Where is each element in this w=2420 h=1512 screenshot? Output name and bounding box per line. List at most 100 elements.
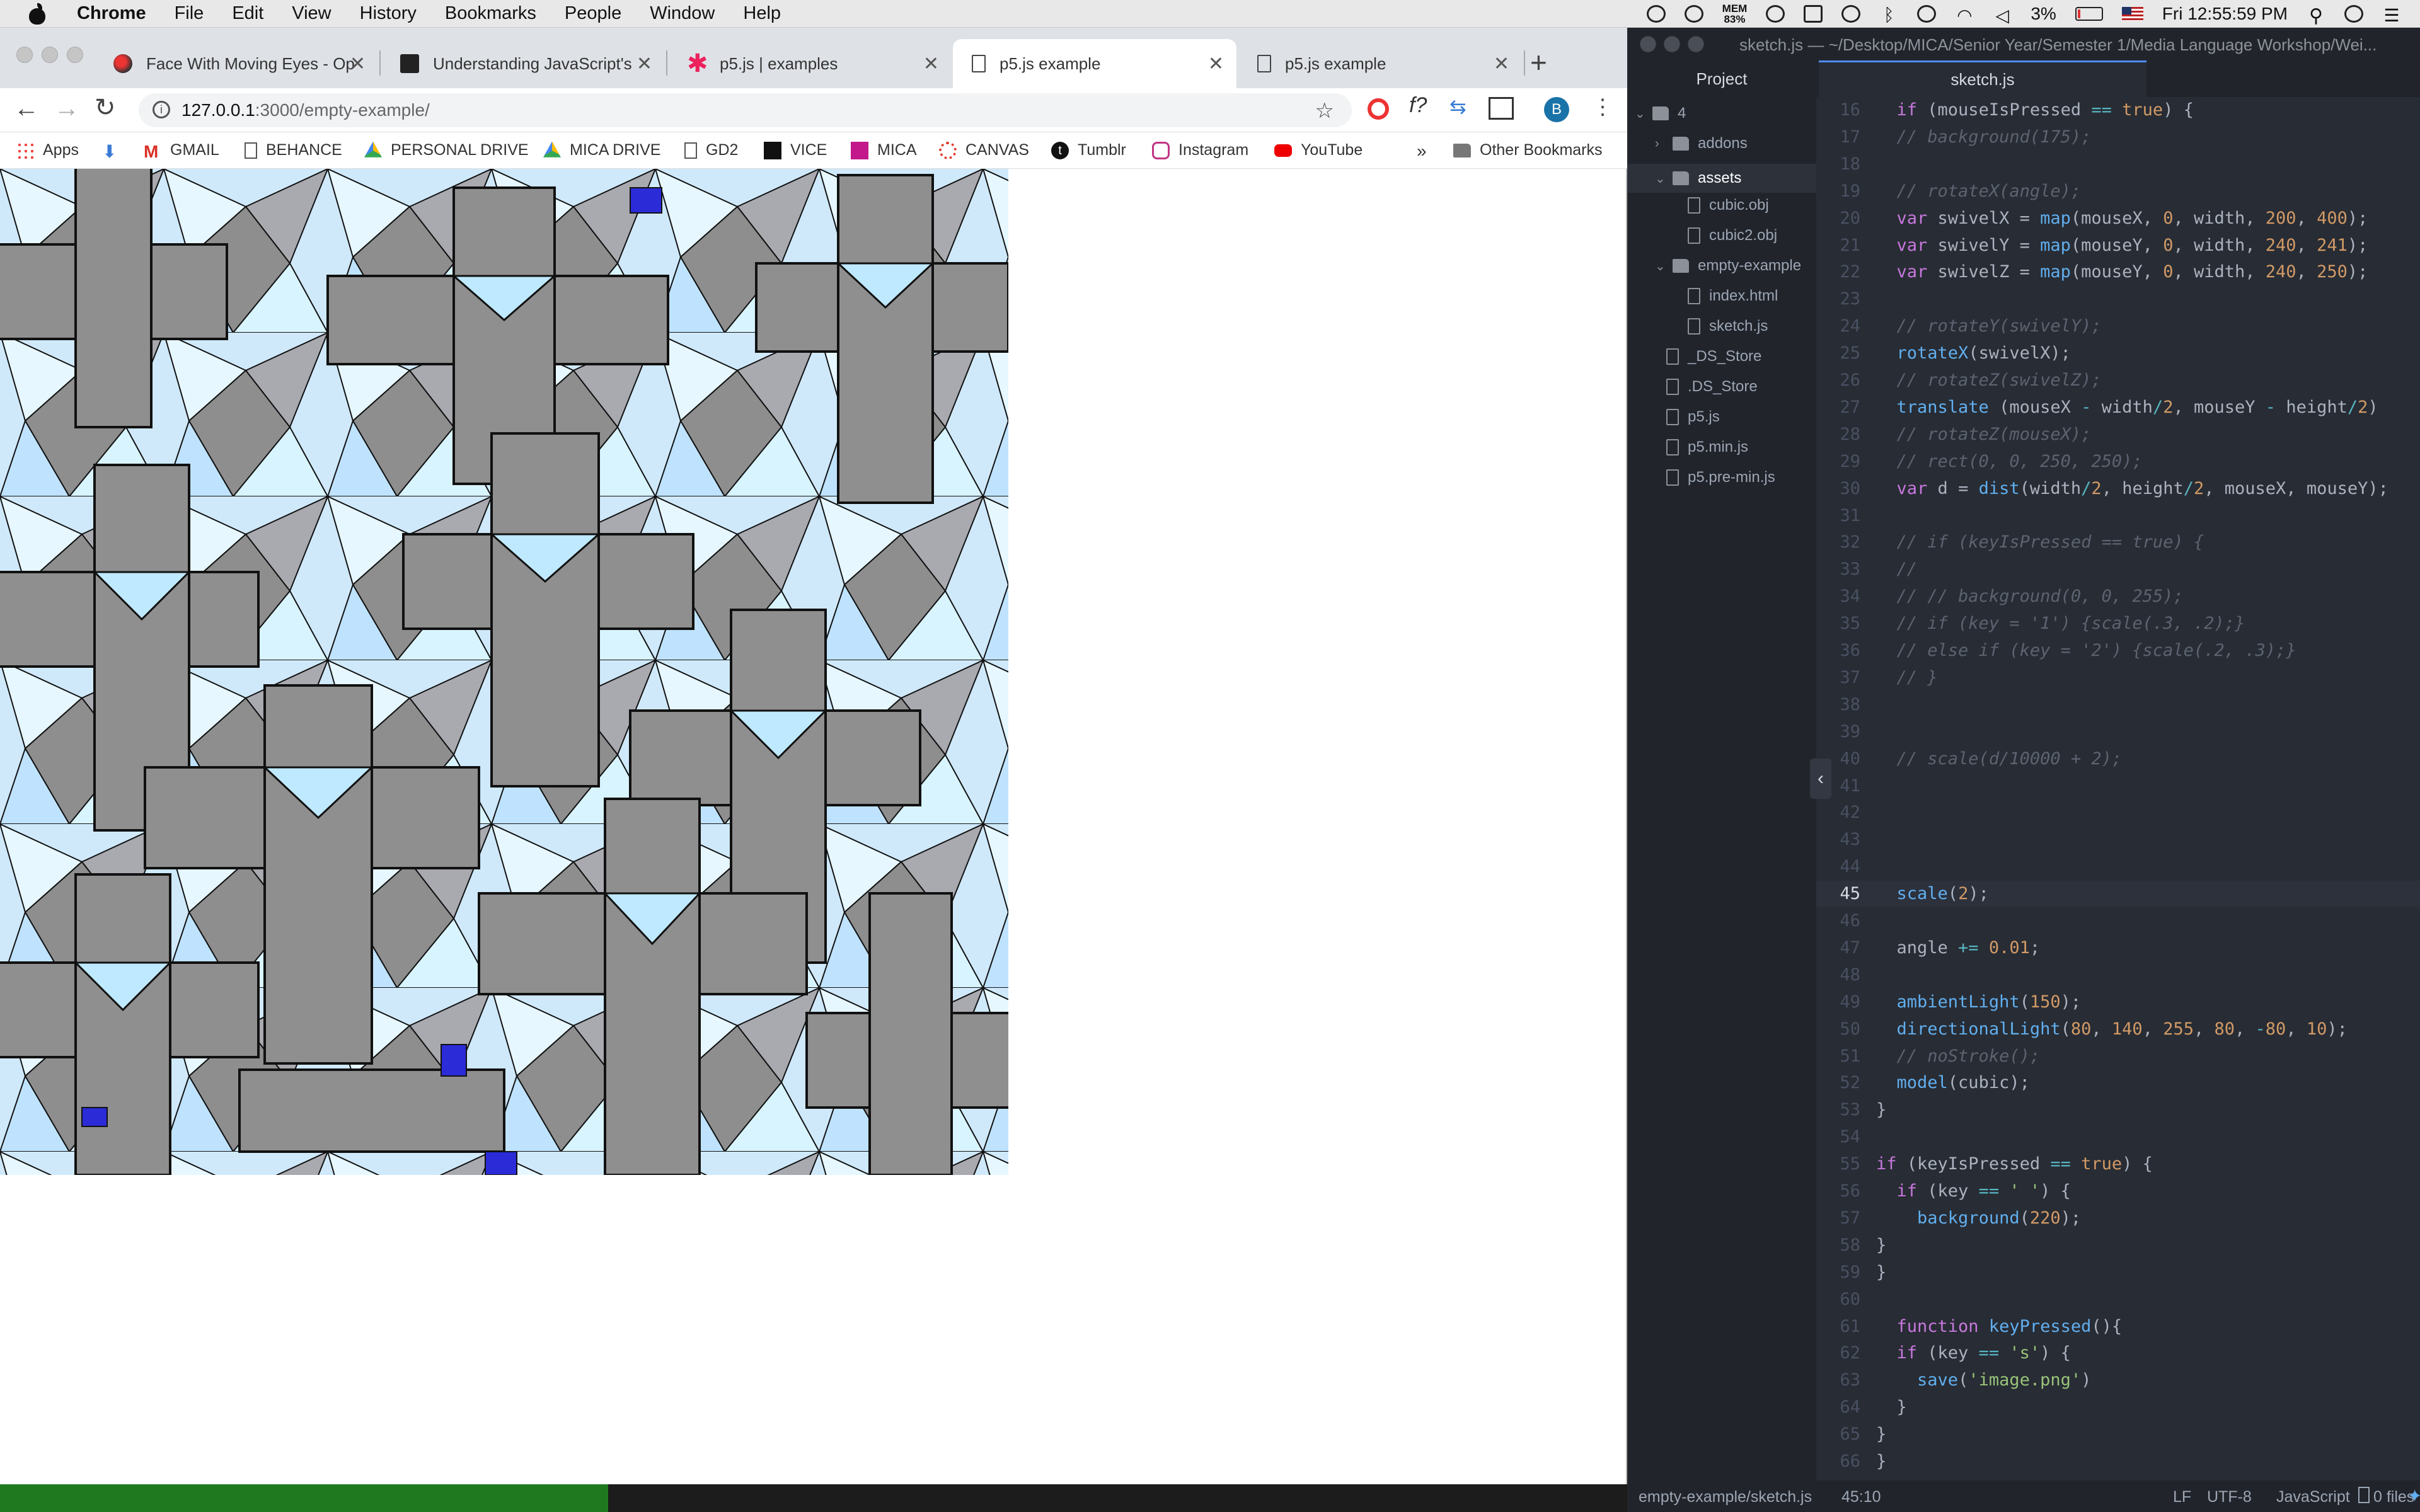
- code-line[interactable]: 31: [1816, 503, 2420, 529]
- code-line[interactable]: 36 // else if (key = '2') {scale(.2, .3)…: [1816, 638, 2420, 664]
- browser-tab[interactable]: Face With Moving Eyes - Op ✕: [95, 39, 378, 88]
- github-icon[interactable]: ✦: [2407, 1486, 2420, 1506]
- tab-close-icon[interactable]: ✕: [923, 53, 939, 75]
- tab-close-icon[interactable]: ✕: [637, 53, 652, 75]
- bookmark-behance[interactable]: BEHANCE: [245, 141, 342, 159]
- tree-item-file[interactable]: p5.min.js: [1666, 438, 1748, 456]
- bookmark-mica-drive[interactable]: MICA DRIVE: [543, 141, 660, 159]
- code-line[interactable]: 51 // noStroke();: [1816, 1043, 2420, 1070]
- tree-item-file[interactable]: cubic.obj: [1688, 197, 1769, 214]
- notification-center-icon[interactable]: ☰: [2382, 5, 2401, 25]
- code-line[interactable]: 43: [1816, 827, 2420, 853]
- editor-tab-sketch-js[interactable]: sketch.js: [1819, 60, 2146, 97]
- code-line[interactable]: 46: [1816, 908, 2420, 934]
- code-line[interactable]: 30 var d = dist(width/2, height/2, mouse…: [1816, 476, 2420, 502]
- browser-tab-active[interactable]: p5.js example ✕: [953, 39, 1236, 88]
- menu-history[interactable]: History: [360, 3, 417, 24]
- code-line[interactable]: 41: [1816, 773, 2420, 799]
- tree-item-folder[interactable]: ⌄ empty-example: [1655, 257, 1801, 275]
- bookmark-tumblr[interactable]: t Tumblr: [1051, 141, 1126, 159]
- code-line[interactable]: 23: [1816, 286, 2420, 312]
- tree-item-file[interactable]: index.html: [1688, 287, 1778, 305]
- status-file-path[interactable]: empty-example/sketch.js: [1639, 1488, 1812, 1506]
- profile-avatar[interactable]: B: [1544, 97, 1569, 122]
- volume-icon[interactable]: ◁: [1993, 5, 2012, 25]
- status-cursor-position[interactable]: 45:10: [1841, 1488, 1881, 1506]
- tree-item-file[interactable]: .DS_Store: [1666, 378, 1758, 396]
- code-line[interactable]: 58}: [1816, 1232, 2420, 1259]
- clock[interactable]: Fri 12:55:59 PM: [2162, 4, 2288, 24]
- code-line[interactable]: 40 // scale(d/10000 + 2);: [1816, 746, 2420, 772]
- tree-item-file[interactable]: sketch.js: [1688, 318, 1768, 335]
- wifi-icon[interactable]: ◠: [1955, 5, 1974, 25]
- bookmark-vice[interactable]: VICE: [764, 141, 827, 159]
- code-line[interactable]: 29 // rect(0, 0, 250, 250);: [1816, 449, 2420, 475]
- browser-tab[interactable]: p5.js example ✕: [1238, 39, 1522, 88]
- bookmark-instagram[interactable]: Instagram: [1152, 141, 1248, 159]
- user-icon[interactable]: [2344, 5, 2363, 23]
- code-line[interactable]: 66}: [1816, 1448, 2420, 1475]
- code-line[interactable]: 55 if (keyIsPressed == true) {: [1816, 1151, 2420, 1177]
- bookmark-gmail[interactable]: M GMAIL: [144, 141, 219, 161]
- code-line[interactable]: 64 }: [1816, 1394, 2420, 1421]
- code-line[interactable]: 37 // }: [1816, 665, 2420, 691]
- bookmark-gd2[interactable]: GD2: [684, 141, 738, 159]
- code-line[interactable]: 39: [1816, 719, 2420, 745]
- code-line[interactable]: 25 rotateX(swivelX);: [1816, 340, 2420, 367]
- code-line[interactable]: 24 // rotateY(swivelY);: [1816, 313, 2420, 340]
- new-tab-button[interactable]: +: [1530, 45, 1547, 79]
- code-line[interactable]: 60: [1816, 1286, 2420, 1313]
- creative-cloud-icon[interactable]: [1646, 5, 1666, 23]
- code-line[interactable]: 48: [1816, 962, 2420, 988]
- vpn-icon[interactable]: [1917, 5, 1937, 23]
- code-line[interactable]: 49 ambientLight(150);: [1816, 989, 2420, 1016]
- p5-sketch-canvas[interactable]: [0, 169, 1008, 1175]
- tree-item-file[interactable]: cubic2.obj: [1688, 227, 1777, 244]
- code-line[interactable]: 50 directionalLight(80, 140, 255, 80, -8…: [1816, 1016, 2420, 1043]
- bookmark-apps[interactable]: Apps: [16, 141, 79, 159]
- editor-minimize-button[interactable]: [1664, 36, 1680, 52]
- tree-item-folder[interactable]: › addons: [1655, 135, 1748, 152]
- memory-monitor[interactable]: MEM 83%: [1722, 3, 1748, 25]
- tab-close-icon[interactable]: ✕: [1494, 53, 1509, 75]
- menu-edit[interactable]: Edit: [232, 3, 263, 24]
- menu-app-name[interactable]: Chrome: [77, 3, 146, 24]
- extension-opera-icon[interactable]: [1368, 98, 1389, 120]
- code-line[interactable]: 57 background(220);: [1816, 1205, 2420, 1232]
- code-line[interactable]: 54: [1816, 1124, 2420, 1150]
- bookmark-star-icon[interactable]: ☆: [1315, 98, 1334, 123]
- code-line[interactable]: 20 var swivelX = map(mouseX, 0, width, 2…: [1816, 205, 2420, 232]
- code-line[interactable]: 35 // if (key = '1') {scale(.3, .2);}: [1816, 610, 2420, 637]
- window-zoom-button[interactable]: [67, 47, 83, 63]
- spotlight-search-icon[interactable]: ⚲: [2307, 5, 2325, 26]
- tree-item-file[interactable]: _DS_Store: [1666, 348, 1761, 365]
- tree-item-file[interactable]: p5.js: [1666, 408, 1720, 426]
- code-line[interactable]: 44: [1816, 854, 2420, 880]
- menu-window[interactable]: Window: [650, 3, 715, 24]
- code-line[interactable]: 65}: [1816, 1421, 2420, 1448]
- info-icon[interactable]: i: [153, 101, 170, 118]
- bookmark-canvas[interactable]: CANVAS: [939, 141, 1029, 159]
- window-minimize-button[interactable]: [42, 47, 58, 63]
- editor-close-button[interactable]: [1640, 36, 1656, 52]
- code-line[interactable]: 38: [1816, 692, 2420, 718]
- code-editor[interactable]: 16 if (mouseIsPressed == true) {17 // ba…: [1816, 97, 2420, 1480]
- code-line[interactable]: 42: [1816, 799, 2420, 826]
- address-bar[interactable]: i 127.0.0.1:3000/empty-example/ ☆: [139, 93, 1352, 127]
- extension-screenshot-icon[interactable]: [1489, 97, 1514, 120]
- tree-view-tab[interactable]: Project: [1627, 60, 1816, 97]
- code-line[interactable]: 59}: [1816, 1259, 2420, 1286]
- tree-item-file[interactable]: p5.pre-min.js: [1666, 469, 1775, 486]
- more-bookmarks-button[interactable]: »: [1417, 141, 1427, 161]
- code-line[interactable]: 47 angle += 0.01;: [1816, 935, 2420, 961]
- activity-icon[interactable]: [1841, 5, 1861, 23]
- code-line[interactable]: 22 var swivelZ = map(mouseY, 0, width, 2…: [1816, 259, 2420, 285]
- bookmark-personal-drive[interactable]: PERSONAL DRIVE: [364, 141, 529, 159]
- editor-zoom-button[interactable]: [1688, 36, 1704, 52]
- browser-tab[interactable]: ✱ p5.js | examples ✕: [668, 39, 952, 88]
- sync-icon[interactable]: [1684, 5, 1703, 23]
- code-line[interactable]: 52 model(cubic);: [1816, 1070, 2420, 1096]
- code-line[interactable]: 67: [1816, 1475, 2420, 1480]
- code-line[interactable]: 26 // rotateZ(swivelZ);: [1816, 367, 2420, 394]
- collapse-tree-button[interactable]: ‹: [1810, 759, 1831, 799]
